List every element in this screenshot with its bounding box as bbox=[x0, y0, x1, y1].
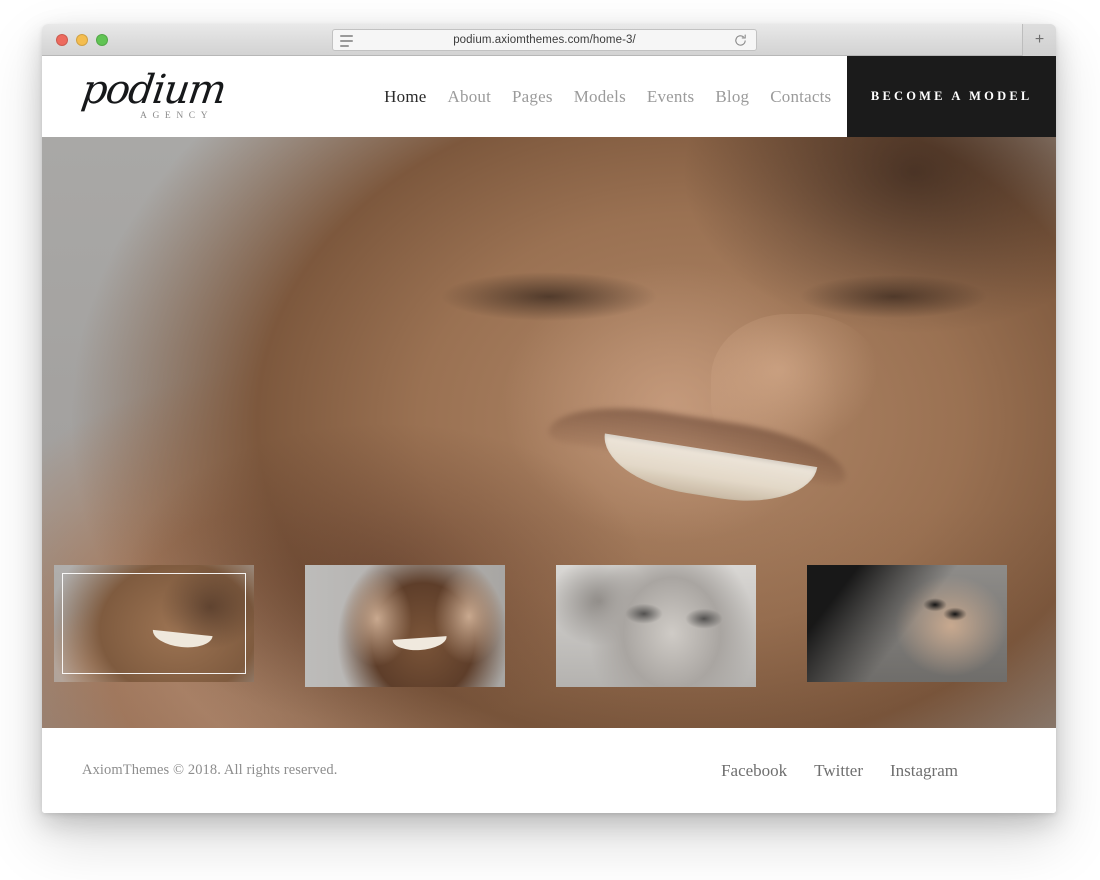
site-logo[interactable]: podium AGENCY bbox=[42, 56, 384, 137]
social-link-facebook[interactable]: Facebook bbox=[721, 761, 787, 781]
site-footer: AxiomThemes © 2018. All rights reserved.… bbox=[42, 728, 1056, 813]
maximize-window-button[interactable] bbox=[96, 33, 108, 46]
site-header: podium AGENCY Home About Pages Models Ev… bbox=[42, 56, 1056, 137]
address-bar[interactable]: podium.axiomthemes.com/home-3/ bbox=[332, 29, 757, 51]
browser-toolbar: podium.axiomthemes.com/home-3/ + bbox=[42, 24, 1056, 56]
thumbnail-carousel bbox=[54, 565, 1056, 687]
social-links: Facebook Twitter Instagram bbox=[721, 761, 1016, 781]
nav-item-blog[interactable]: Blog bbox=[715, 87, 749, 107]
close-window-button[interactable] bbox=[56, 33, 68, 46]
social-link-twitter[interactable]: Twitter bbox=[814, 761, 863, 781]
logo-wordmark: podium bbox=[78, 66, 229, 113]
minimize-window-button[interactable] bbox=[76, 33, 88, 46]
nav-item-models[interactable]: Models bbox=[574, 87, 626, 107]
thumb-detail bbox=[151, 629, 213, 650]
new-tab-button[interactable]: + bbox=[1022, 24, 1056, 56]
nav-item-events[interactable]: Events bbox=[647, 87, 694, 107]
become-a-model-label: BECOME A MODEL bbox=[870, 89, 1033, 103]
carousel-thumb-3-image bbox=[556, 565, 756, 687]
browser-window: podium.axiomthemes.com/home-3/ + podium … bbox=[42, 24, 1056, 813]
nav-item-pages[interactable]: Pages bbox=[512, 87, 553, 107]
copyright-text: AxiomThemes © 2018. All rights reserved. bbox=[82, 762, 338, 778]
window-controls bbox=[56, 33, 108, 46]
nav-item-contacts[interactable]: Contacts bbox=[770, 87, 831, 107]
social-link-instagram[interactable]: Instagram bbox=[890, 761, 958, 781]
carousel-thumb-1-image bbox=[54, 565, 254, 682]
become-a-model-button[interactable]: BECOME A MODEL bbox=[847, 56, 1056, 137]
reload-icon[interactable] bbox=[733, 33, 748, 48]
screenshot-canvas: podium.axiomthemes.com/home-3/ + podium … bbox=[0, 0, 1100, 880]
carousel-thumb-1[interactable] bbox=[54, 565, 254, 682]
website-viewport: podium AGENCY Home About Pages Models Ev… bbox=[42, 56, 1056, 813]
url-text: podium.axiomthemes.com/home-3/ bbox=[453, 34, 636, 46]
carousel-thumb-4-image bbox=[807, 565, 1007, 682]
thumb-detail bbox=[392, 636, 448, 653]
carousel-thumb-2-image bbox=[305, 565, 505, 687]
carousel-thumb-2[interactable] bbox=[305, 565, 505, 687]
carousel-thumb-3[interactable] bbox=[556, 565, 756, 687]
carousel-thumb-4[interactable] bbox=[807, 565, 1007, 682]
reader-view-icon[interactable] bbox=[340, 35, 353, 47]
nav-item-about[interactable]: About bbox=[448, 87, 492, 107]
nav-item-home[interactable]: Home bbox=[384, 87, 426, 107]
hero-section bbox=[42, 137, 1056, 728]
main-navigation: Home About Pages Models Events Blog Cont… bbox=[384, 56, 847, 137]
